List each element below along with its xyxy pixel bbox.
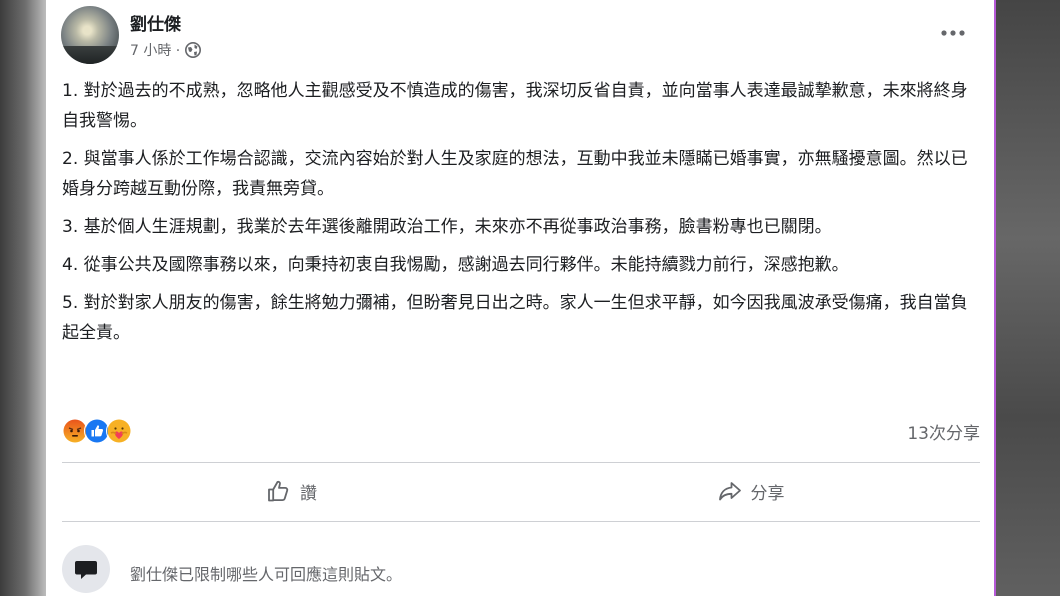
share-icon: [718, 482, 741, 501]
video-background-left: [0, 0, 46, 596]
like-button[interactable]: 讚: [62, 466, 521, 516]
post-meta: 7 小時 ·: [130, 40, 202, 60]
divider-bottom: [62, 521, 980, 522]
care-reaction-icon: [106, 418, 132, 444]
post-body: 1. 對於過去的不成熟，忽略他人主觀感受及不慎造成的傷害，我深切反省自責，並向當…: [62, 76, 978, 356]
author-name[interactable]: 劉仕傑: [130, 10, 181, 35]
like-icon: [268, 480, 289, 502]
more-options-icon[interactable]: [936, 16, 970, 50]
post-paragraph-4: 4. 從事公共及國際事務以來，向秉持初衷自我惕勵，感謝過去同行夥伴。未能持續戮力…: [62, 255, 849, 275]
post-paragraph-2: 2. 與當事人係於工作場合認識，交流內容始於對人生及家庭的想法，互動中我並未隱瞞…: [62, 149, 968, 199]
share-count[interactable]: 13次分享: [907, 419, 980, 444]
share-button[interactable]: 分享: [521, 466, 980, 516]
post-paragraph-3: 3. 基於個人生涯規劃，我業於去年選後離開政治工作，未來亦不再從事政治事務，臉書…: [62, 217, 832, 237]
video-background-right: [996, 0, 1060, 596]
post-timestamp[interactable]: 7 小時 ·: [130, 40, 180, 60]
comment-restriction-notice: 劉仕傑已限制哪些人可回應這則貼文。: [130, 565, 403, 584]
divider-top: [62, 462, 980, 463]
reaction-summary[interactable]: [62, 418, 132, 444]
globe-icon: [184, 41, 202, 59]
comment-restricted-icon: [62, 545, 110, 593]
like-label: 讚: [300, 483, 317, 504]
facebook-post-card: 劉仕傑 7 小時 · 1. 對於過去的不成熟，忽略他人主觀感受及不慎造成的傷害，…: [46, 0, 994, 596]
post-paragraph-5: 5. 對於對家人朋友的傷害，餘生將勉力彌補，但盼奢見日出之時。家人一生但求平靜，…: [62, 293, 968, 343]
post-paragraph-1: 1. 對於過去的不成熟，忽略他人主觀感受及不慎造成的傷害，我深切反省自責，並向當…: [62, 81, 968, 131]
author-avatar[interactable]: [61, 6, 119, 64]
share-label: 分享: [750, 483, 785, 504]
